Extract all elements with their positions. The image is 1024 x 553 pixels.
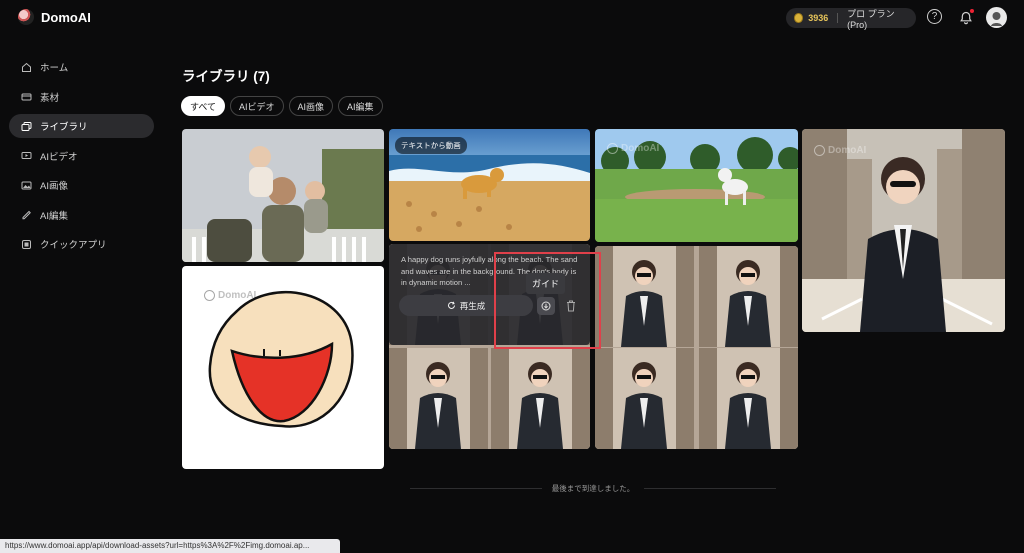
app-logo[interactable]: DomoAI [18, 9, 91, 25]
library-icon [21, 121, 32, 132]
library-card-dog-beach[interactable]: テキストから動画 [389, 129, 590, 241]
sidebar-item-home[interactable]: ホーム [9, 55, 154, 79]
divider-line [644, 488, 776, 489]
anime-businessman-image [802, 129, 1005, 332]
regenerate-label: 再生成 [459, 300, 486, 311]
sidebar-item-ai-video[interactable]: AIビデオ [9, 144, 154, 168]
app-name: DomoAI [41, 9, 91, 25]
filter-tab-ai-video[interactable]: AIビデオ [230, 96, 284, 116]
top-bar: DomoAI 3936 プロ プラン(Pro) ? [0, 0, 1024, 38]
watermark-logo-icon [204, 290, 215, 301]
sidebar-item-ai-image[interactable]: AI画像 [9, 173, 154, 197]
sidebar-item-label: 素材 [40, 92, 60, 104]
sidebar: ホーム 素材 ライブラリ AIビデオ AI画像 AI編集 クイックアプリ [0, 55, 160, 262]
sidebar-item-label: AIビデオ [40, 151, 78, 163]
filter-tab-all[interactable]: すべて [181, 96, 226, 116]
filter-tab-ai-edit[interactable]: AI編集 [338, 96, 383, 116]
library-card-family-photo[interactable] [182, 129, 384, 262]
sidebar-item-quick-apps[interactable]: クイックアプリ [9, 232, 154, 256]
tooltip-arrow [540, 290, 548, 294]
image-icon [21, 180, 32, 191]
page-title: ライブラリ (7) [182, 69, 270, 84]
end-of-list-indicator: 最後まで到達しました。 [410, 483, 776, 494]
watermark: DomoAI [204, 290, 256, 301]
family-photo-image [182, 129, 384, 262]
library-card-dog-park[interactable]: DomoAI [595, 129, 798, 242]
sidebar-item-library[interactable]: ライブラリ [9, 114, 154, 138]
sidebar-item-label: ライブラリ [40, 122, 88, 133]
library-card-smiley-drawing[interactable]: DomoAI [182, 266, 384, 469]
domoai-logo-icon [18, 9, 34, 25]
user-avatar[interactable] [986, 7, 1007, 28]
video-icon [21, 150, 32, 161]
anime-grid-right-image [595, 246, 798, 449]
credits-count: 3936 [808, 13, 829, 23]
notification-dot [970, 9, 974, 13]
filter-tab-ai-image[interactable]: AI画像 [288, 96, 334, 116]
watermark: DomoAI [607, 143, 659, 154]
status-bar-url: https://www.domoai.app/api/download-asse… [0, 539, 340, 553]
help-icon[interactable]: ? [927, 9, 942, 24]
apps-icon [21, 239, 32, 250]
sidebar-item-label: AI編集 [40, 210, 68, 222]
filter-tabs: すべて AIビデオ AI画像 AI編集 [181, 96, 383, 116]
sidebar-item-label: ホーム [40, 63, 69, 74]
pill-divider [837, 13, 839, 23]
sidebar-item-material[interactable]: 素材 [9, 85, 154, 109]
home-icon [21, 62, 32, 73]
credits-plan-pill[interactable]: 3936 プロ プラン(Pro) [786, 8, 916, 30]
sidebar-item-ai-edit[interactable]: AI編集 [9, 203, 154, 227]
sidebar-item-label: クイックアプリ [40, 240, 107, 251]
material-icon [21, 91, 32, 102]
watermark-logo-icon [814, 145, 825, 156]
edit-icon [21, 209, 32, 220]
watermark-logo-icon [607, 143, 618, 154]
highlight-box [494, 252, 601, 349]
card-type-badge: テキストから動画 [395, 137, 467, 154]
notification-bell-icon[interactable] [957, 9, 974, 26]
end-message: 最後まで到達しました。 [551, 484, 635, 493]
plan-label: プロ プラン(Pro) [847, 8, 895, 30]
coin-icon [794, 13, 804, 23]
sidebar-item-label: AI画像 [40, 181, 68, 192]
refresh-icon [447, 301, 455, 309]
divider-line [410, 488, 542, 489]
watermark: DomoAI [814, 145, 866, 156]
library-card-anime-grid-right[interactable] [595, 246, 798, 449]
library-card-anime-businessman-large[interactable]: DomoAI [802, 129, 1005, 332]
